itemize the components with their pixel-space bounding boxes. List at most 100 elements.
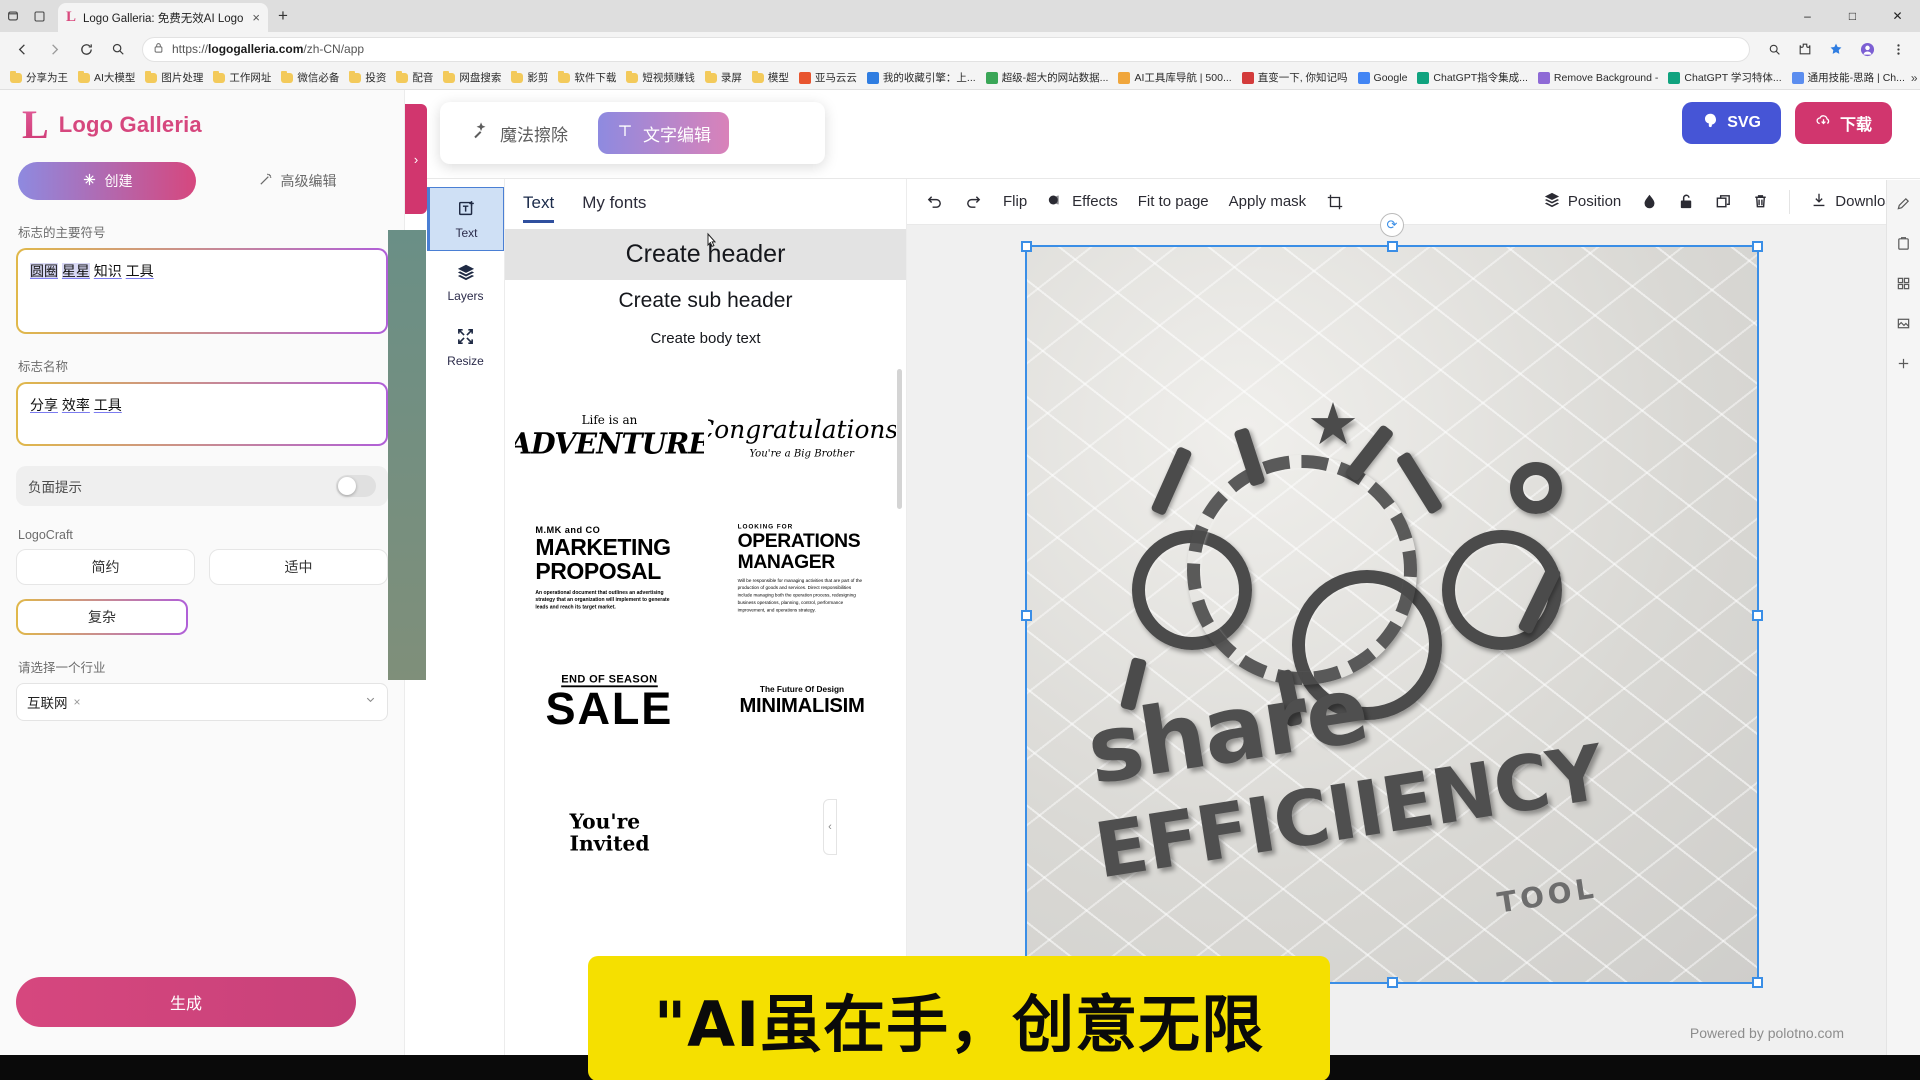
font-preview-card[interactable]: M.MK and CO MARKETING PROPOSAL An operat…: [515, 505, 704, 633]
bookmark-item[interactable]: 录屏: [701, 68, 746, 87]
apply-mask-button[interactable]: Apply mask: [1229, 193, 1307, 210]
new-tab-button[interactable]: +: [278, 6, 288, 26]
remove-tag-icon[interactable]: ×: [74, 695, 81, 709]
bookmark-item[interactable]: ChatGPT 学习特体...: [1664, 68, 1785, 87]
image-icon[interactable]: [1896, 316, 1911, 334]
tab-my-fonts[interactable]: My fonts: [582, 193, 646, 223]
name-input[interactable]: 分享 效率 工具: [18, 384, 386, 444]
panel-collapse-handle[interactable]: ‹: [823, 799, 837, 855]
redo-icon[interactable]: [964, 192, 983, 211]
download-export-button[interactable]: 下载: [1794, 102, 1892, 144]
bookmark-item[interactable]: 我的收藏引擎：上...: [863, 68, 980, 87]
extension-icon[interactable]: [1791, 35, 1819, 63]
sidebar-item-resize[interactable]: Resize: [427, 315, 504, 379]
negative-prompt-row[interactable]: 负面提示: [16, 466, 388, 506]
symbol-input[interactable]: 圆圈 星星 知识 工具: [18, 250, 386, 332]
bookmark-item[interactable]: 短视频赚钱: [622, 68, 699, 87]
artboard[interactable]: ★ share EFFICIIENCY TOOL: [1027, 247, 1757, 982]
add-icon[interactable]: [1896, 356, 1911, 374]
font-preview-card[interactable]: [707, 769, 896, 897]
name-token: 工具: [93, 397, 122, 413]
craft-option-simple[interactable]: 简约: [16, 549, 195, 585]
page-search-icon[interactable]: [1760, 35, 1788, 63]
bookmark-item[interactable]: 投资: [345, 68, 390, 87]
crop-icon[interactable]: [1326, 193, 1344, 211]
clipboard-icon[interactable]: [1896, 236, 1911, 254]
opacity-icon[interactable]: [1641, 193, 1658, 211]
effects-button[interactable]: Effects: [1047, 191, 1118, 213]
tab-search-icon[interactable]: [0, 3, 26, 29]
trash-icon[interactable]: [1752, 193, 1769, 210]
position-button[interactable]: Position: [1543, 192, 1621, 212]
negative-prompt-toggle[interactable]: [336, 475, 376, 497]
bookmark-item[interactable]: 超级-超大的网站数据...: [982, 68, 1113, 87]
text-edit-button[interactable]: 文字编辑: [598, 112, 729, 154]
bookmark-item[interactable]: ChatGPT指令集成...: [1413, 68, 1532, 87]
create-sub-header-option[interactable]: Create sub header: [505, 280, 906, 322]
svg-export-button[interactable]: SVG: [1682, 102, 1781, 144]
fit-to-page-button[interactable]: Fit to page: [1138, 193, 1209, 210]
bookmark-item[interactable]: 通用技能-思路 | Ch...: [1788, 68, 1909, 87]
bookmark-item[interactable]: AI大模型: [74, 68, 139, 87]
bookmark-item[interactable]: 模型: [748, 68, 793, 87]
generate-button[interactable]: 生成: [16, 977, 356, 1027]
sidebar-item-text[interactable]: Text: [427, 187, 504, 251]
maximize-button[interactable]: □: [1830, 0, 1875, 32]
unlock-icon[interactable]: [1678, 193, 1695, 210]
profile-avatar[interactable]: [1853, 35, 1881, 63]
bookmark-item[interactable]: 配音: [392, 68, 437, 87]
address-bar[interactable]: https://logogalleria.com/zh-CN/app: [142, 36, 1750, 62]
font-preview-card[interactable]: The Future Of Design MINIMALISIM: [707, 637, 896, 765]
tab-list-icon[interactable]: [26, 3, 52, 29]
preview-sub: You're a Big Brother: [749, 446, 855, 459]
browser-tab[interactable]: L Logo Galleria: 免费无效AI Logo ×: [58, 3, 268, 32]
forward-icon[interactable]: [40, 35, 68, 63]
tab-advanced-edit[interactable]: 高级编辑: [208, 162, 386, 200]
industry-select[interactable]: 互联网 ×: [16, 683, 388, 721]
reload-icon[interactable]: [72, 35, 100, 63]
font-preview-card[interactable]: END OF SEASON SALE: [515, 637, 704, 765]
bookmarks-overflow-icon[interactable]: »: [1911, 71, 1920, 85]
bookmark-item[interactable]: 网盘搜索: [439, 68, 505, 87]
undo-icon[interactable]: [925, 192, 944, 211]
close-window-button[interactable]: ✕: [1875, 0, 1920, 32]
pen-icon[interactable]: [1896, 196, 1911, 214]
duplicate-icon[interactable]: [1715, 193, 1732, 210]
craft-option-complex[interactable]: 复杂: [18, 601, 186, 633]
tab-text[interactable]: Text: [523, 193, 555, 223]
craft-option-medium[interactable]: 适中: [209, 549, 388, 585]
font-preview-card[interactable]: Congratulations! You're a Big Brother: [707, 373, 896, 501]
create-body-text-option[interactable]: Create body text: [505, 322, 906, 355]
magic-erase-button[interactable]: 魔法擦除: [454, 112, 586, 154]
font-preview-card[interactable]: Life is an ADVENTURE: [515, 373, 704, 501]
canvas-stage[interactable]: ★ share EFFICIIENCY TOOL ⟳: [907, 213, 1920, 1055]
text-panel-scrollbar[interactable]: [897, 369, 902, 509]
symbol-token: 知识: [93, 263, 122, 279]
bookmark-item[interactable]: AI工具库导航 | 500...: [1114, 68, 1235, 87]
bookmark-item[interactable]: Remove Background -: [1534, 70, 1662, 86]
grid-icon[interactable]: [1896, 276, 1911, 294]
bookmark-item[interactable]: 直变一下, 你知记吗: [1238, 68, 1352, 87]
tab-create[interactable]: 创建: [18, 162, 196, 200]
bookmark-item[interactable]: Google: [1354, 70, 1412, 86]
bookmark-item[interactable]: 影剪: [507, 68, 552, 87]
bookmark-item[interactable]: 分享为王: [6, 68, 72, 87]
bookmark-star-icon[interactable]: [1822, 35, 1850, 63]
chevron-down-icon[interactable]: [364, 693, 377, 711]
bookmark-item[interactable]: 图片处理: [141, 68, 207, 87]
expand-panel-handle[interactable]: ›: [405, 104, 427, 214]
sidebar-item-layers[interactable]: Layers: [427, 251, 504, 315]
browser-menu-icon[interactable]: [1884, 35, 1912, 63]
bookmark-item[interactable]: 微信必备: [277, 68, 343, 87]
search-icon[interactable]: [104, 35, 132, 63]
bookmark-item[interactable]: 软件下载: [554, 68, 620, 87]
bookmark-item[interactable]: 亚马云云: [795, 68, 861, 87]
font-preview-card[interactable]: You're Invited: [515, 769, 704, 897]
collapsed-gallery-rail[interactable]: [388, 230, 426, 680]
font-preview-card[interactable]: LOOKING FOR OPERATIONS MANAGER Will be r…: [707, 505, 896, 633]
flip-button[interactable]: Flip: [1003, 193, 1027, 210]
minimize-button[interactable]: –: [1785, 0, 1830, 32]
bookmark-item[interactable]: 工作网址: [209, 68, 275, 87]
close-tab-icon[interactable]: ×: [252, 10, 260, 25]
back-icon[interactable]: [8, 35, 36, 63]
